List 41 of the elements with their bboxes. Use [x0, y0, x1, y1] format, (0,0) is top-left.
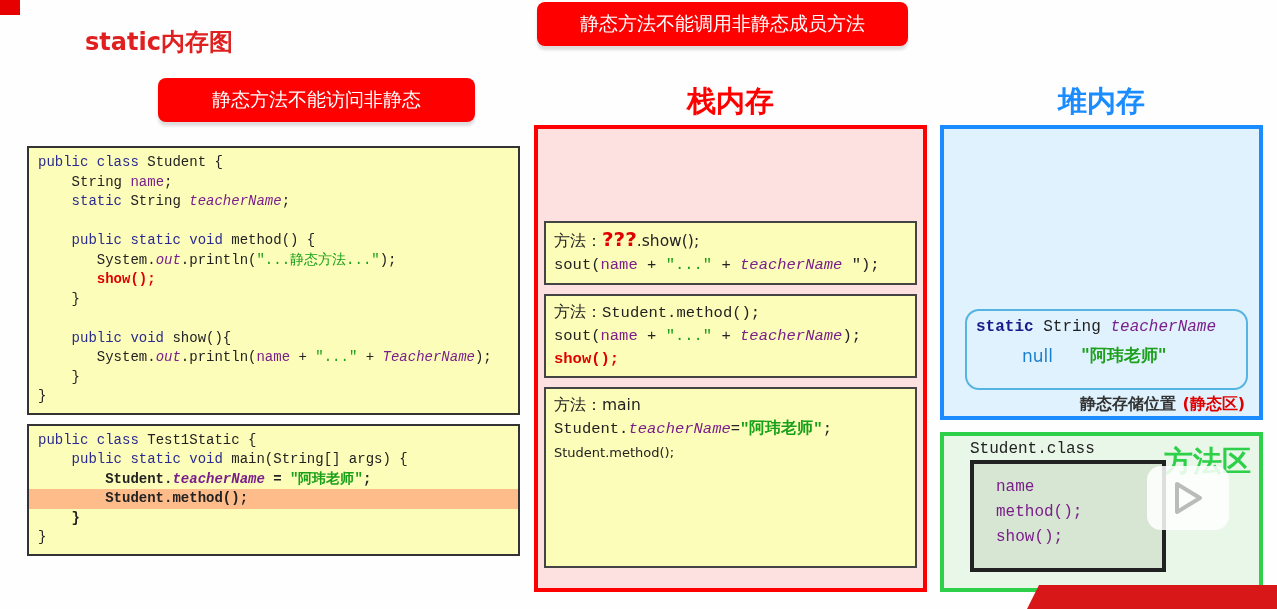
code-line: } [70, 289, 81, 309]
field-value: null [1022, 345, 1053, 366]
field-value: "阿玮老师" [1081, 344, 1167, 367]
code-line: Student.teacherName = "阿玮老师"; [104, 469, 373, 489]
code-line: 方法：main [554, 395, 642, 416]
caption: 静态存储位置 [1080, 394, 1177, 415]
code-line: static String teacherName [976, 318, 1218, 336]
code-line: public static void method() { [70, 231, 317, 250]
slide-title: static内存图 [85, 27, 234, 56]
code-line: public void show(){ [70, 328, 233, 348]
class-member: name [996, 478, 1036, 496]
banner: 静态方法不能调用非静态成员方法 [537, 2, 908, 46]
banner: 静态方法不能访问非静态 [158, 78, 475, 122]
code-line: 方法：???.show(); [554, 228, 701, 253]
section-title: 方法区 [1164, 443, 1251, 480]
section-title: 栈内存 [687, 83, 774, 120]
code-line: public static void main(String[] args) { [70, 450, 409, 469]
caption-note: (静态区) [1182, 394, 1245, 415]
code-line: sout(name + "..." + teacherName); [554, 326, 862, 347]
class-member: show(); [996, 528, 1065, 546]
class-member: method(); [996, 503, 1084, 521]
code-line: Student.teacherName="阿玮老师"; [554, 418, 833, 440]
code-line: public class Student { [37, 153, 224, 172]
code-line: public class Test1Static { [37, 430, 258, 450]
code-line: } [70, 367, 81, 387]
play-icon [1173, 481, 1203, 515]
code-line: show(); [554, 349, 621, 370]
code-line: System.out.println("...静态方法..."); [95, 250, 398, 270]
code-line: 方法：Student.method(); [554, 302, 762, 324]
corner-mark [0, 0, 20, 15]
code-line: String name; [70, 172, 174, 192]
class-name: Student.class [970, 440, 1095, 458]
code-line: System.out.println(name + "..." + TeacherName); [95, 348, 493, 367]
code-line: } [70, 508, 81, 528]
code-line: } [37, 528, 48, 547]
section-title: 堆内存 [1058, 83, 1145, 120]
code-line: Student.method(); [554, 444, 676, 462]
code-line: static String teacherName; [70, 192, 292, 211]
code-line: } [37, 387, 48, 406]
code-line: show(); [95, 270, 157, 289]
code-line: sout(name + "..." + teacherName "); [554, 255, 881, 276]
